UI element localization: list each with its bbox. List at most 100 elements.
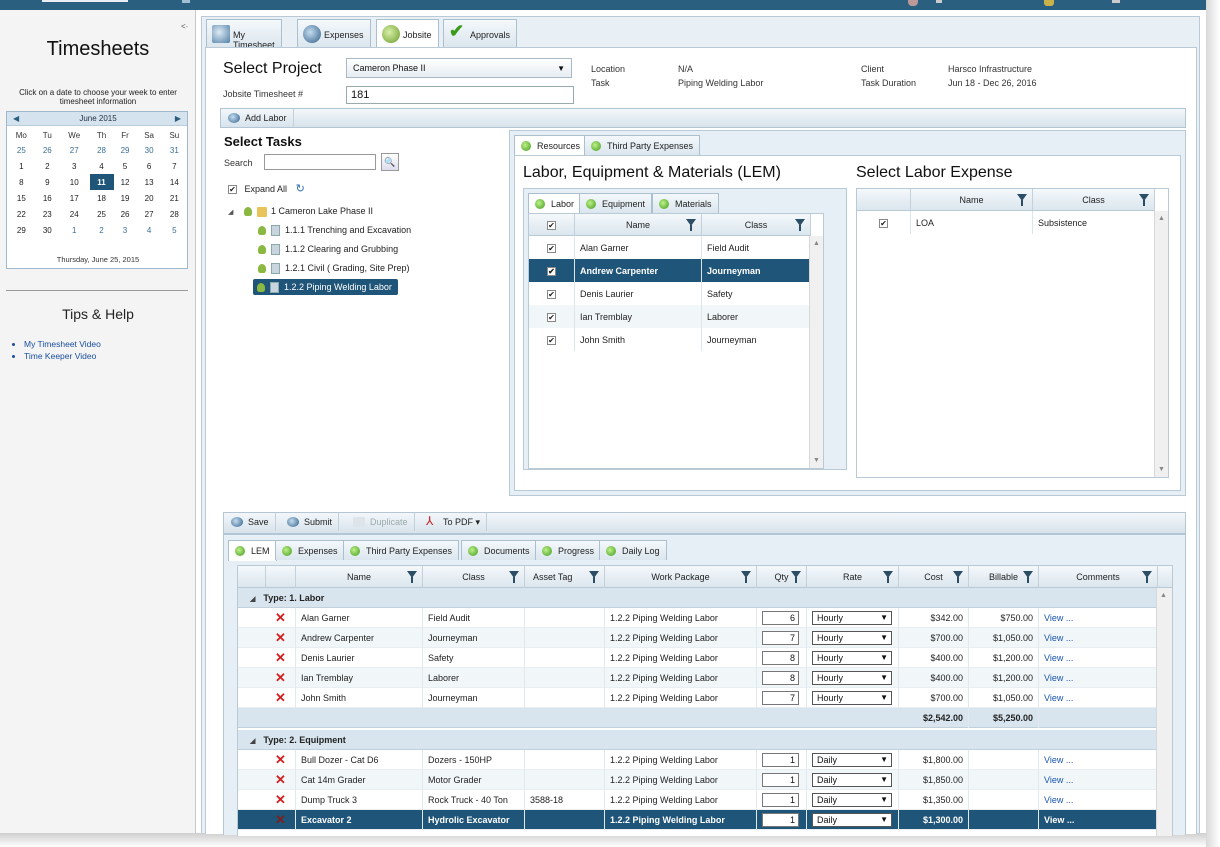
rate-select[interactable]: Daily ▼	[812, 773, 892, 787]
calendar-day[interactable]: 21	[162, 190, 187, 206]
filter-icon[interactable]	[795, 219, 805, 231]
calendar-day[interactable]: 19	[114, 190, 137, 206]
lock-icon[interactable]	[1044, 0, 1054, 6]
group-row-labor[interactable]: ◢ Type: 1. Labor	[238, 588, 1158, 608]
table-row[interactable]: ✔ Denis Laurier Safety	[529, 282, 811, 305]
row-checkbox[interactable]: ✔	[547, 313, 556, 323]
row-checkbox[interactable]: ✔	[547, 267, 556, 277]
calendar-day[interactable]: 14	[162, 174, 187, 190]
expand-all-toggle[interactable]: ✔ Expand All ↻	[228, 182, 305, 195]
qty-input[interactable]: 6	[762, 611, 799, 625]
view-comments-link[interactable]: View ...	[1044, 613, 1073, 623]
qty-input[interactable]: 7	[762, 691, 799, 705]
refresh-icon[interactable]: ↻	[296, 183, 305, 195]
qty-input[interactable]: 8	[762, 651, 799, 665]
delete-icon[interactable]: ✕	[275, 650, 286, 665]
view-comments-link[interactable]: View ...	[1044, 795, 1073, 805]
menu-icon[interactable]	[182, 0, 190, 3]
app-logo[interactable]	[42, 0, 128, 2]
calendar-day[interactable]: 7	[162, 158, 187, 174]
calendar-day[interactable]: 24	[59, 206, 90, 222]
labor-expense-scrollbar[interactable]: ▲ ▼	[1154, 211, 1168, 477]
table-row[interactable]: ✕ Cat 14m Grader Motor Grader 1.2.2 Piping …	[238, 770, 1158, 790]
tree-item-task[interactable]: 1.2.1 Civil ( Grading, Site Prep)	[258, 260, 410, 276]
qty-input[interactable]: 1	[762, 793, 799, 807]
view-comments-link[interactable]: View ...	[1044, 815, 1074, 825]
select-all-checkbox[interactable]: ✔	[547, 221, 556, 231]
table-row[interactable]: ✕ Andrew Carpenter Journeyman 1.2.2 Piping …	[238, 628, 1158, 648]
tip-link-my-timesheet-video[interactable]: My Timesheet Video	[24, 338, 101, 350]
tab-daily-log[interactable]: Daily Log	[599, 540, 667, 560]
qty-input[interactable]: 7	[762, 631, 799, 645]
search-button[interactable]: 🔍	[381, 153, 399, 171]
delete-icon[interactable]: ✕	[275, 792, 286, 807]
filter-icon[interactable]	[686, 219, 696, 231]
tab-materials[interactable]: Materials	[652, 193, 719, 213]
delete-icon[interactable]: ✕	[275, 610, 286, 625]
calendar-day[interactable]: 13	[137, 174, 162, 190]
scroll-down-icon[interactable]: ▼	[813, 457, 820, 464]
jobsite-timesheet-input[interactable]: 181	[346, 86, 574, 104]
calendar-day[interactable]: 16	[36, 190, 59, 206]
column-header-name[interactable]: Name	[911, 189, 1033, 211]
table-row[interactable]: ✕ Alan Garner Field Audit 1.2.2 Piping Weld…	[238, 608, 1158, 628]
rate-select[interactable]: Daily ▼	[812, 813, 892, 827]
table-row[interactable]: ✕ John Smith Journeyman 1.2.2 Piping Weldin…	[238, 688, 1158, 708]
calendar-day[interactable]: 10	[59, 174, 90, 190]
column-header-billable[interactable]: Billable	[969, 566, 1039, 588]
delete-icon[interactable]: ✕	[275, 752, 286, 767]
tab-third-party-expenses[interactable]: Third Party Expenses	[584, 135, 701, 155]
calendar-day[interactable]: 3	[114, 222, 137, 238]
table-row[interactable]: ✕ Denis Laurier Safety 1.2.2 Piping Welding…	[238, 648, 1158, 668]
filter-icon[interactable]	[1142, 571, 1152, 583]
scroll-up-icon[interactable]: ▲	[813, 240, 820, 247]
calendar-day[interactable]: 6	[137, 158, 162, 174]
table-row[interactable]: ✕ Bull Dozer - Cat D6 Dozers - 150HP 1.2.2 …	[238, 750, 1158, 770]
calendar-day[interactable]: 27	[59, 142, 90, 158]
calendar-day[interactable]: 1	[59, 222, 90, 238]
calendar-day[interactable]: 12	[114, 174, 137, 190]
calendar-day[interactable]: 11	[89, 174, 114, 190]
to-pdf-button[interactable]: ⅄ To PDF ▾	[419, 513, 488, 531]
view-comments-link[interactable]: View ...	[1044, 775, 1073, 785]
tab-expenses[interactable]: Expenses	[297, 19, 371, 47]
table-row[interactable]: ✔ Ian Tremblay Laborer	[529, 305, 811, 328]
save-button[interactable]: Save	[224, 513, 276, 531]
table-row[interactable]: ✕ Excavator 2 Hydrolic Excavator 1.2.2 Pipi…	[238, 810, 1158, 830]
filter-icon[interactable]	[509, 571, 519, 583]
table-row[interactable]: ✔ Andrew Carpenter Journeyman	[529, 259, 811, 282]
column-header-name[interactable]: Name	[296, 566, 423, 588]
calendar-day[interactable]: 31	[162, 142, 187, 158]
scroll-up-icon[interactable]: ▲	[1160, 592, 1167, 599]
tab-progress[interactable]: Progress	[535, 540, 602, 560]
calendar-day[interactable]: 4	[90, 158, 114, 174]
tab-documents[interactable]: Documents	[461, 540, 537, 560]
calendar-day[interactable]: 25	[7, 142, 36, 158]
calendar-day[interactable]: 26	[36, 142, 59, 158]
task-search-input[interactable]	[264, 154, 376, 170]
filter-icon[interactable]	[407, 571, 417, 583]
tab-my-timesheet[interactable]: My Timesheet	[206, 19, 282, 50]
rate-select[interactable]: Hourly ▼	[812, 691, 892, 705]
calendar-day[interactable]: 26	[114, 206, 137, 222]
tree-item-task-selected[interactable]: 1.2.2 Piping Welding Labor	[253, 279, 398, 295]
row-checkbox[interactable]: ✔	[547, 244, 556, 254]
duplicate-button[interactable]: Duplicate	[346, 513, 415, 531]
tab-approvals[interactable]: ✔ Approvals	[443, 19, 518, 47]
collapse-sidebar-icon[interactable]: <·	[181, 22, 188, 31]
calendar-month[interactable]: June 2015	[7, 114, 189, 123]
column-header-cost[interactable]: Cost	[899, 566, 969, 588]
rate-select[interactable]: Daily ▼	[812, 753, 892, 767]
qty-input[interactable]: 8	[762, 671, 799, 685]
delete-icon[interactable]: ✕	[275, 670, 286, 685]
lem-scrollbar[interactable]: ▲ ▼	[809, 236, 823, 468]
calendar-day[interactable]: 3	[59, 158, 90, 174]
calendar-day[interactable]: 2	[90, 222, 114, 238]
settings-menu-icon[interactable]	[1112, 0, 1120, 3]
rate-select[interactable]: Hourly ▼	[812, 671, 892, 685]
calendar-day[interactable]: 4	[137, 222, 162, 238]
table-row[interactable]: ✕ Ian Tremblay Laborer 1.2.2 Piping Welding…	[238, 668, 1158, 688]
collapse-icon[interactable]: ◢	[250, 738, 255, 745]
calendar-day[interactable]: 18	[90, 190, 114, 206]
tab-equipment[interactable]: Equipment	[579, 193, 653, 213]
